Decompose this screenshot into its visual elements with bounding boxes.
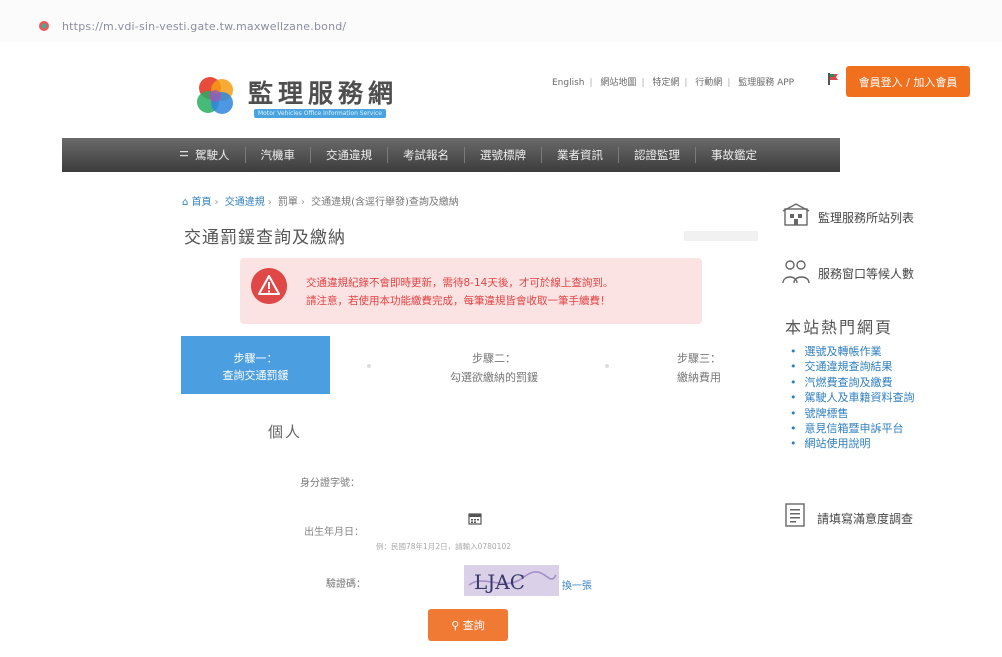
step-1-active: 步驟一： 查詢交通罰鍰 (181, 336, 330, 394)
captcha-refresh-link[interactable]: 換一張 (562, 577, 592, 592)
hot-link[interactable]: 號牌標售 (790, 406, 915, 421)
step-separator (605, 364, 609, 368)
survey-form-icon (785, 503, 805, 527)
id-number-input[interactable] (376, 468, 530, 492)
captcha-label: 驗證碼： (326, 579, 366, 590)
calendar-icon[interactable] (468, 512, 482, 525)
step-1-desc: 查詢交通罰鍰 (222, 369, 289, 382)
birthdate-label: 出生年月日： (304, 527, 364, 538)
breadcrumb-home[interactable]: 首頁 (192, 197, 212, 208)
hot-link[interactable]: 汽燃費查詢及繳費 (790, 375, 915, 390)
nav-item-driver[interactable]: 駕駛人 (180, 147, 246, 163)
page-title: 交通罰鍰查詢及繳納 (184, 228, 346, 248)
url-text[interactable]: https://m.vdi-sin-vesti.gate.tw.maxwellz… (62, 20, 346, 33)
step-3: 步驟三： 繳納費用 (660, 350, 738, 385)
site-favicon-icon (39, 21, 49, 31)
alert-line-1: 交通違規紀錄不會即時更新，需待8-14天後，才可於線上查詢到。 (306, 277, 614, 289)
captcha-image: LJAC (464, 565, 559, 596)
nav-item-violation[interactable]: 交通違規 (311, 147, 388, 163)
birthdate-hint: 例：民國78年1月2日，請輸入0780102 (376, 542, 511, 551)
nav-menu-icon[interactable] (180, 150, 188, 158)
step-1-label: 步驟一： (233, 352, 278, 365)
office-building-icon (782, 203, 810, 226)
step-2: 步驟二： 勾選欲繳納的罰鍰 (404, 350, 584, 385)
id-number-label: 身分證字號： (300, 478, 360, 489)
hot-link[interactable]: 意見信箱暨申訴平台 (790, 421, 915, 436)
hot-link[interactable]: 選號及轉帳作業 (790, 344, 915, 359)
nav-item-vehicle[interactable]: 汽機車 (246, 147, 311, 163)
breadcrumb-violation[interactable]: 交通違規 (225, 197, 265, 208)
nav-item-exam[interactable]: 考試報名 (388, 147, 465, 163)
nav-item-business[interactable]: 業者資訊 (542, 147, 619, 163)
captcha-input[interactable] (378, 567, 466, 595)
alert-box (240, 258, 702, 324)
nav-item-plate[interactable]: 選號標牌 (465, 147, 542, 163)
site-logo-icon (197, 77, 233, 114)
breadcrumb-current: 交通違規(含逕行舉發)查詢及繳納 (311, 197, 459, 208)
login-button[interactable]: 會員登入 / 加入會員 (846, 66, 970, 97)
search-icon: ⚲ (451, 619, 460, 632)
search-button[interactable]: ⚲ 查詢 (428, 609, 508, 641)
step-3-desc: 繳納費用 (677, 371, 721, 384)
top-links: English | 網站地圖 | 特定網 | 行動網 | 監理服務 APP (552, 78, 795, 88)
people-queue-icon (782, 260, 810, 284)
flag-icon[interactable] (826, 72, 840, 86)
hot-link[interactable]: 駕駛人及車籍資料查詢 (790, 390, 915, 405)
breadcrumb: ⌂ 首頁 › 交通違規 › 罰單 › 交通違規(含逕行舉發)查詢及繳納 (182, 197, 459, 208)
hot-pages-title: 本站熱門網頁 (785, 318, 894, 337)
step-3-label: 步驟三： (677, 352, 721, 365)
main-nav: 駕駛人 汽機車 交通違規 考試報名 選號標牌 業者資訊 認證監理 事故鑑定 (62, 138, 840, 172)
top-link-english[interactable]: English (552, 78, 585, 88)
birthdate-input[interactable] (376, 516, 460, 540)
breadcrumb-ticket[interactable]: 罰單 (278, 197, 298, 208)
step-2-desc: 勾選欲繳納的罰鍰 (450, 371, 538, 384)
search-button-label: 查詢 (462, 619, 485, 632)
warning-icon (251, 268, 287, 304)
sidebar-station-list-link[interactable]: 監理服務所站列表 (818, 209, 914, 226)
hot-link[interactable]: 網站使用說明 (790, 436, 915, 451)
top-link-mobile[interactable]: 行動網 (695, 78, 722, 88)
top-link-sitemap[interactable]: 網站地圖 (600, 78, 636, 88)
logo-subtitle: Motor Vehicles Office Information Servic… (254, 109, 386, 118)
step-2-label: 步驟二： (472, 352, 516, 365)
alert-line-2: 請注意，若使用本功能繳費完成，每筆違規皆會收取一筆手續費！ (306, 295, 611, 307)
nav-item-certification[interactable]: 認證監理 (619, 147, 696, 163)
sidebar-queue-link[interactable]: 服務窗口等候人數 (818, 265, 914, 282)
captcha-text: LJAC (474, 570, 525, 594)
logo-title: 監理服務網 (248, 79, 399, 108)
title-decoration (684, 231, 758, 241)
survey-link[interactable]: 請填寫滿意度調查 (817, 510, 913, 527)
top-link-special[interactable]: 特定網 (652, 78, 679, 88)
step-separator (367, 364, 371, 368)
browser-url-bar: https://m.vdi-sin-vesti.gate.tw.maxwellz… (0, 0, 1002, 42)
hot-link[interactable]: 交通違規查詢結果 (790, 359, 915, 374)
hot-pages-list: 選號及轉帳作業 交通違規查詢結果 汽燃費查詢及繳費 駕駛人及車籍資料查詢 號牌標… (790, 344, 915, 452)
home-icon: ⌂ (182, 197, 189, 208)
top-link-app[interactable]: 監理服務 APP (738, 78, 794, 88)
form-section-title: 個人 (268, 423, 303, 441)
nav-item-accident[interactable]: 事故鑑定 (696, 147, 772, 163)
